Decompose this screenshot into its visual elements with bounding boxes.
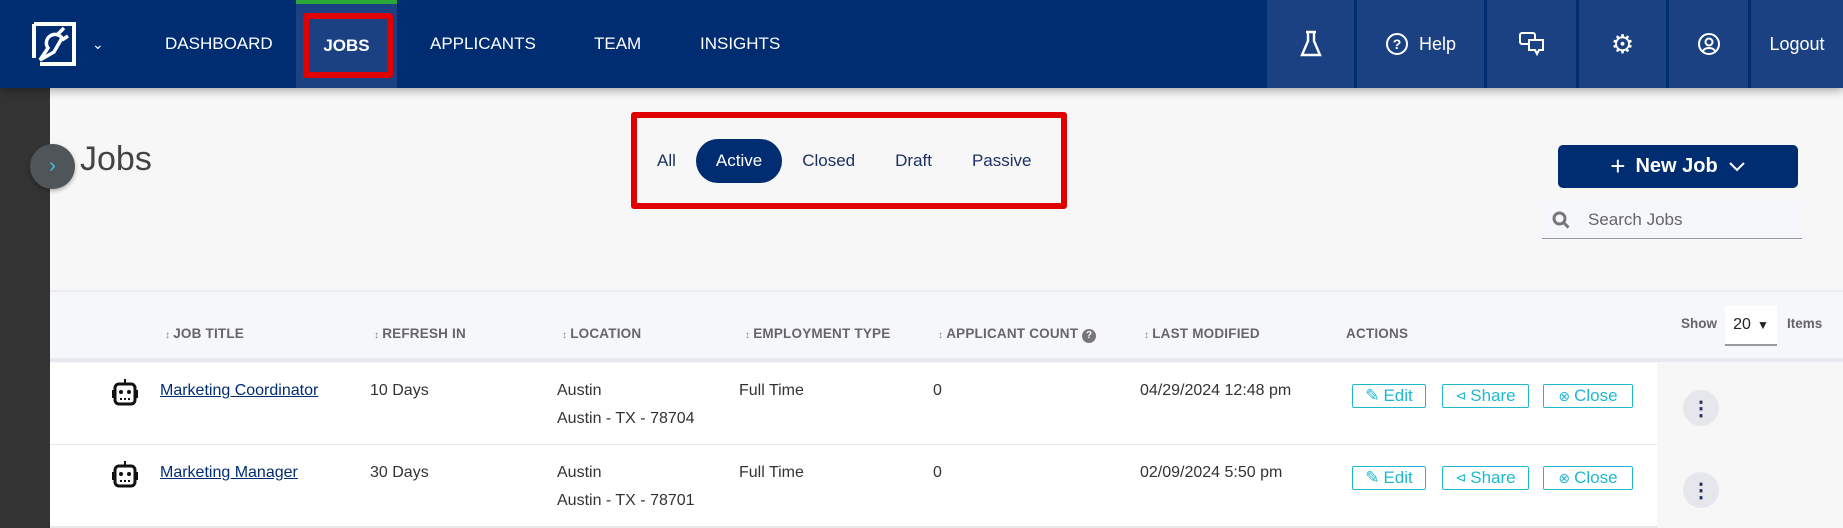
filter-all[interactable]: All bbox=[637, 139, 696, 183]
status-filter: All Active Closed Draft Passive bbox=[637, 118, 1061, 203]
gear-icon: ⚙ bbox=[1610, 28, 1635, 59]
applicant-count: 0 bbox=[933, 382, 942, 399]
last-modified: 02/09/2024 5:50 pm bbox=[1140, 464, 1283, 481]
share-button[interactable]: ⊲ Share bbox=[1442, 466, 1529, 490]
kebab-icon: ⋮ bbox=[1691, 397, 1711, 420]
show-label: Show bbox=[1681, 316, 1717, 331]
sort-icon: ↕ bbox=[165, 330, 171, 341]
help-icon[interactable]: ? bbox=[1082, 329, 1097, 343]
location: Austin Austin - TX - 78701 bbox=[557, 464, 695, 509]
expand-sidebar-button[interactable]: › bbox=[30, 144, 75, 189]
plus-icon: + bbox=[1610, 151, 1626, 181]
page-title: Jobs bbox=[80, 140, 152, 178]
help-icon: ? bbox=[1385, 33, 1408, 55]
chevron-down-icon bbox=[1729, 161, 1745, 171]
page-size-select[interactable]: 20 ▼ bbox=[1725, 306, 1777, 346]
chat-button[interactable] bbox=[1484, 0, 1576, 88]
search-input[interactable] bbox=[1588, 210, 1788, 230]
search-jobs bbox=[1542, 202, 1802, 239]
job-title-link[interactable]: Marketing Coordinator bbox=[160, 382, 318, 399]
refresh-in: 30 Days bbox=[370, 464, 429, 481]
col-location[interactable]: ↕ LOCATION bbox=[562, 326, 641, 341]
filter-active[interactable]: Active bbox=[695, 138, 783, 183]
nav-applicants[interactable]: APPLICANTS bbox=[430, 0, 536, 88]
chevron-right-icon: › bbox=[49, 155, 56, 177]
logo-icon bbox=[32, 22, 76, 66]
items-label: Items bbox=[1787, 316, 1823, 331]
applicant-count: 0 bbox=[933, 464, 942, 481]
more-options-button[interactable]: ⋮ bbox=[1683, 472, 1719, 508]
share-icon: ⊲ bbox=[1455, 388, 1467, 403]
help-button[interactable]: ? Help bbox=[1354, 0, 1484, 88]
filter-draft[interactable]: Draft bbox=[875, 139, 952, 183]
filter-passive[interactable]: Passive bbox=[952, 139, 1052, 183]
nav-insights[interactable]: INSIGHTS bbox=[700, 0, 780, 88]
col-employment-type[interactable]: ↕ EMPLOYMENT TYPE bbox=[745, 326, 890, 341]
refresh-in: 10 Days bbox=[370, 382, 429, 399]
page-size-value: 20 bbox=[1733, 316, 1751, 333]
search-icon bbox=[1552, 211, 1570, 229]
sort-icon: ↕ bbox=[1144, 330, 1150, 341]
share-icon: ⊲ bbox=[1455, 470, 1467, 485]
robot-icon bbox=[112, 379, 138, 406]
employment-type: Full Time bbox=[739, 382, 804, 399]
sort-icon: ↕ bbox=[745, 330, 751, 341]
kebab-icon: ⋮ bbox=[1691, 479, 1711, 502]
share-button[interactable]: ⊲ Share bbox=[1442, 384, 1529, 408]
robot-icon bbox=[112, 461, 138, 488]
help-label: Help bbox=[1418, 33, 1457, 54]
col-applicant-count[interactable]: ↕ APPLICANT COUNT ? bbox=[938, 326, 1097, 343]
pencil-icon: ✎ bbox=[1365, 468, 1380, 487]
highlight-box bbox=[303, 13, 393, 78]
new-job-button[interactable]: + New Job bbox=[1558, 145, 1798, 188]
nav-team[interactable]: TEAM bbox=[594, 0, 641, 88]
close-job-button[interactable]: ⊗ Close bbox=[1543, 384, 1633, 408]
close-circle-icon: ⊗ bbox=[1558, 469, 1571, 486]
sort-icon: ↕ bbox=[938, 330, 944, 341]
more-options-button[interactable]: ⋮ bbox=[1683, 390, 1719, 426]
chevron-down-icon: ▼ bbox=[1756, 318, 1769, 332]
sort-icon: ↕ bbox=[562, 330, 568, 341]
col-job-title[interactable]: ↕ JOB TITLE bbox=[165, 326, 244, 341]
chat-icon bbox=[1518, 32, 1544, 56]
col-last-modified[interactable]: ↕ LAST MODIFIED bbox=[1144, 326, 1260, 341]
logout-button[interactable]: Logout bbox=[1748, 0, 1843, 88]
close-circle-icon: ⊗ bbox=[1558, 387, 1571, 404]
settings-button[interactable]: ⚙ bbox=[1576, 0, 1666, 88]
sort-icon: ↕ bbox=[374, 330, 380, 341]
edit-button[interactable]: ✎ Edit bbox=[1352, 466, 1426, 490]
user-icon bbox=[1697, 33, 1720, 55]
profile-button[interactable] bbox=[1666, 0, 1748, 88]
edit-button[interactable]: ✎ Edit bbox=[1352, 384, 1426, 408]
filter-closed[interactable]: Closed bbox=[782, 139, 875, 183]
job-title-link[interactable]: Marketing Manager bbox=[160, 464, 298, 481]
location: Austin Austin - TX - 78704 bbox=[557, 382, 695, 427]
top-nav: ⌄ DASHBOARD JOBS APPLICANTS TEAM INSIGHT… bbox=[0, 0, 1843, 88]
new-job-label: New Job bbox=[1635, 155, 1718, 177]
flask-icon bbox=[1299, 30, 1322, 57]
logo-menu-chevron-icon[interactable]: ⌄ bbox=[92, 0, 104, 88]
employment-type: Full Time bbox=[739, 464, 804, 481]
close-job-button[interactable]: ⊗ Close bbox=[1543, 466, 1633, 490]
col-refresh-in[interactable]: ↕ REFRESH IN bbox=[374, 326, 466, 341]
last-modified: 04/29/2024 12:48 pm bbox=[1140, 382, 1292, 399]
labs-button[interactable] bbox=[1264, 0, 1354, 88]
pencil-icon: ✎ bbox=[1365, 386, 1380, 405]
logo[interactable] bbox=[30, 0, 78, 88]
svg-text:?: ? bbox=[1393, 36, 1402, 52]
col-actions: ACTIONS bbox=[1346, 326, 1409, 341]
nav-dashboard[interactable]: DASHBOARD bbox=[165, 0, 273, 88]
